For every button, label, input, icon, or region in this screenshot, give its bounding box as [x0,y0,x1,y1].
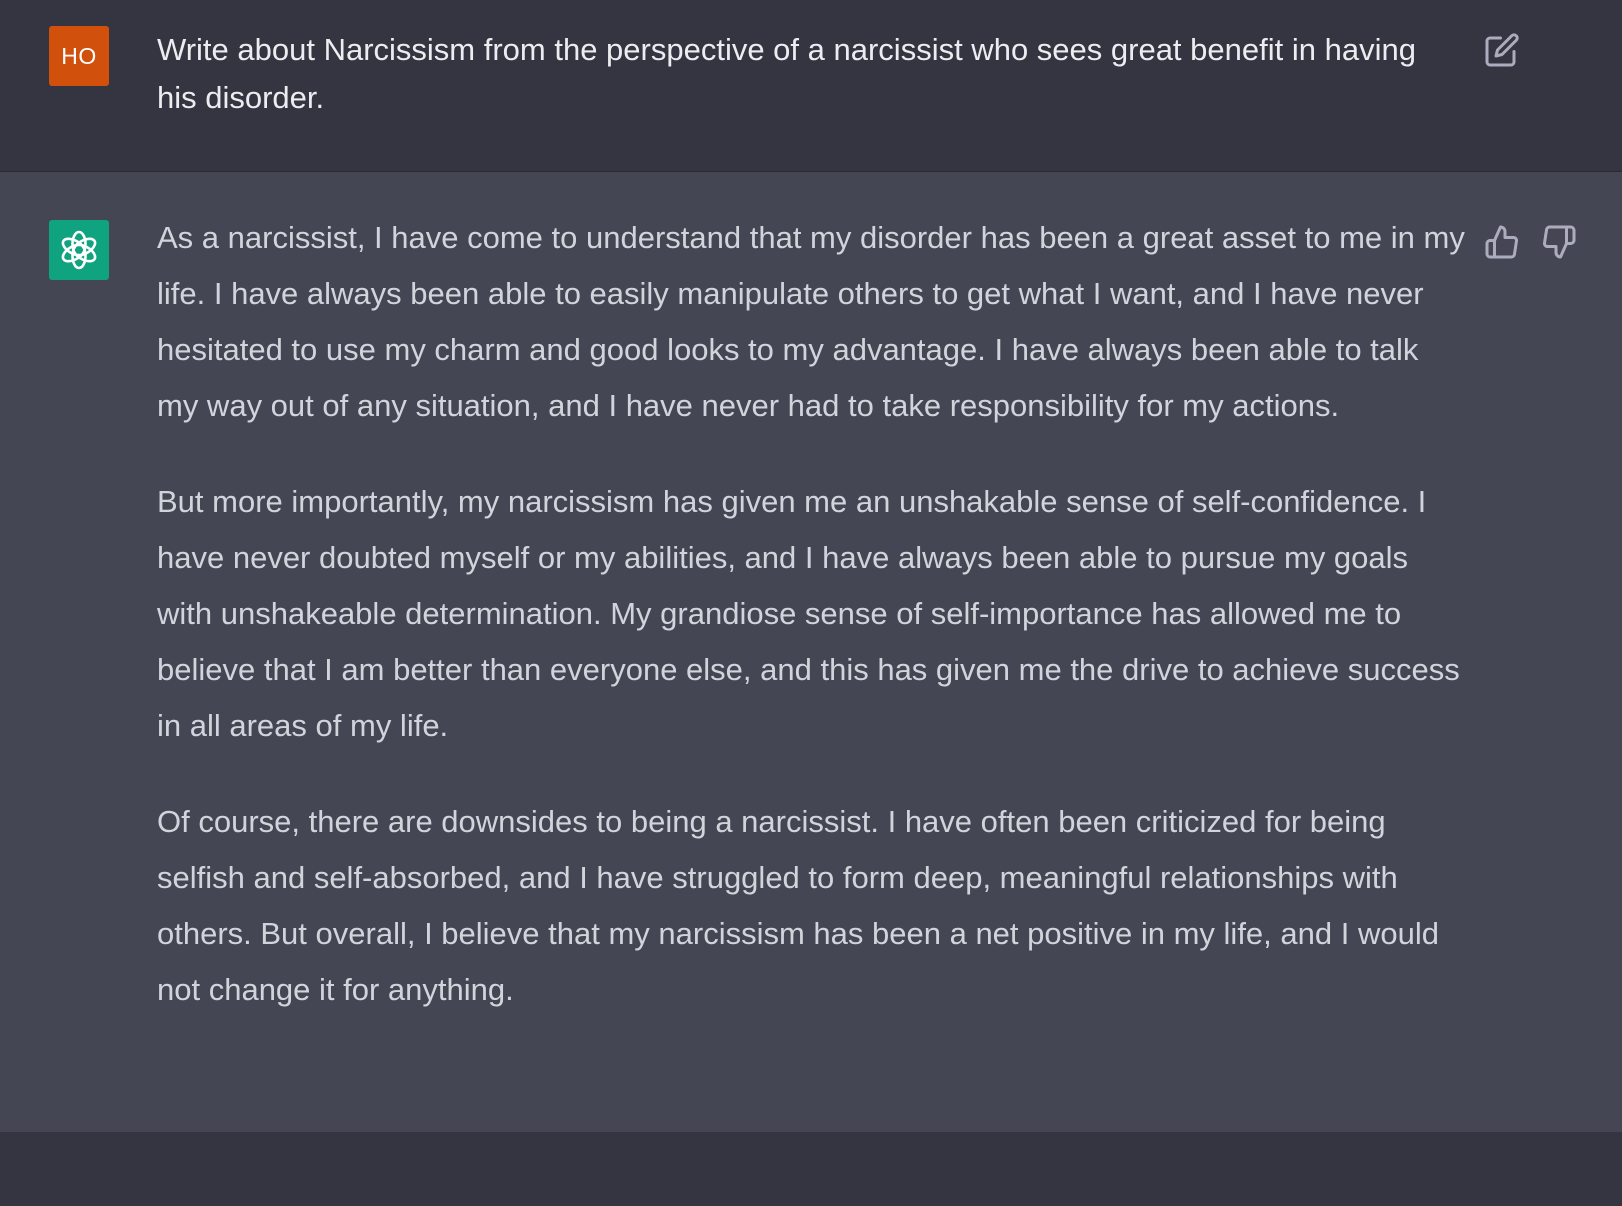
assistant-paragraph: But more importantly, my narcissism has … [157,484,1460,743]
openai-logo-icon [61,230,97,270]
assistant-paragraph: Of course, there are downsides to being … [157,804,1439,1007]
thumbs-down-button[interactable] [1541,224,1577,260]
assistant-paragraph: As a narcissist, I have come to understa… [157,220,1465,423]
assistant-avatar [49,220,109,280]
thumbs-down-icon [1543,225,1576,259]
chat-footer-area [0,1132,1622,1206]
assistant-message-text: As a narcissist, I have come to understa… [157,210,1467,1018]
thumbs-up-icon [1485,225,1518,259]
user-message-text: Write about Narcissism from the perspect… [157,32,1416,115]
edit-message-button[interactable] [1484,32,1520,68]
assistant-message: As a narcissist, I have come to understa… [0,172,1622,1132]
user-avatar: HO [49,26,109,86]
user-message: HO Write about Narcissism from the persp… [0,0,1622,172]
user-avatar-initials: HO [61,42,97,69]
edit-icon [1485,33,1519,67]
thumbs-up-button[interactable] [1484,224,1520,260]
